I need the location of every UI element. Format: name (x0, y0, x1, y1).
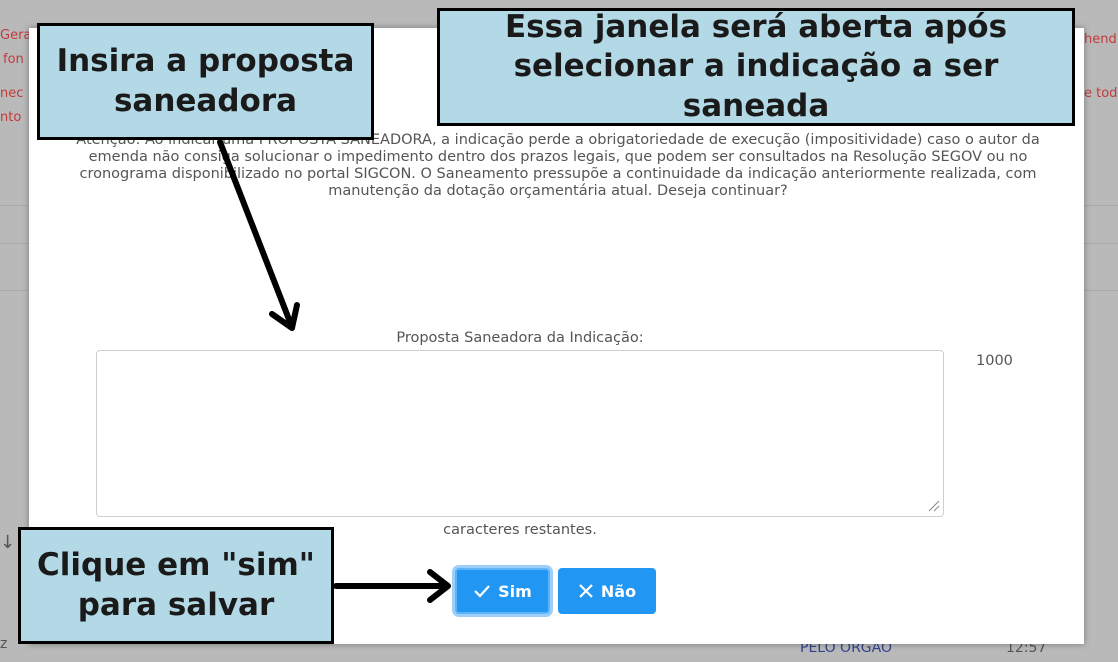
char-counter: 1000 (976, 353, 1013, 369)
yes-button[interactable]: Sim (455, 568, 550, 614)
bg-fragment: e tod (1084, 86, 1118, 101)
close-icon (579, 584, 593, 598)
no-button[interactable]: Não (558, 568, 656, 614)
yes-button-label: Sim (498, 581, 532, 601)
callout-click-yes: Clique em "sim" para salvar (18, 527, 334, 644)
proposal-field-label: Proposta Saneadora da Indicação: (396, 330, 644, 346)
bg-fragment: z (0, 636, 8, 652)
bg-fragment: fon (3, 52, 24, 67)
check-icon (474, 585, 490, 598)
no-button-label: Não (600, 581, 637, 601)
warning-message: Atenção: Ao indicar uma PROPOSTA SANEADO… (76, 132, 1040, 199)
bg-fragment: nto (0, 110, 22, 125)
callout-insert-proposal: Insira a proposta saneadora (37, 23, 374, 140)
proposal-textarea[interactable] (96, 350, 944, 517)
arrow-down-icon: ↓ (0, 532, 16, 553)
bg-fragment: Gera (0, 28, 32, 43)
resize-grip-icon[interactable] (928, 500, 940, 512)
callout-window-note: Essa janela será aberta após selecionar … (437, 8, 1075, 126)
bg-fragment: nec (0, 86, 24, 101)
bg-fragment: hend (1084, 32, 1117, 47)
